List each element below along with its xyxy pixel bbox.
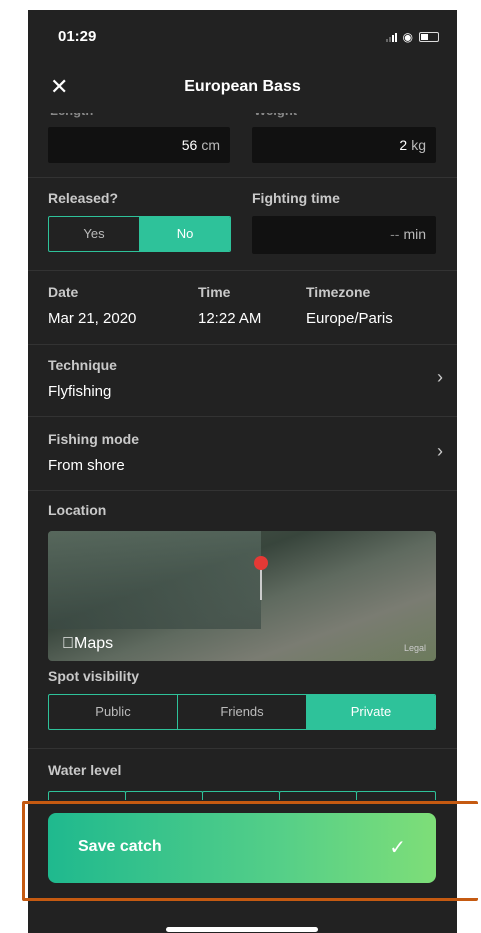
time-value[interactable]: 12:22 AM	[198, 310, 261, 327]
visibility-public-option[interactable]: Public	[49, 695, 177, 729]
spot-visibility-label: Spot visibility	[48, 668, 140, 684]
divider	[28, 270, 457, 271]
map-pin-stem	[260, 566, 262, 600]
technique-label: Technique	[48, 357, 117, 373]
fishing-mode-row[interactable]: Fishing mode From shore ›	[28, 417, 457, 487]
released-no-option[interactable]: No	[139, 217, 230, 251]
map-water	[48, 531, 262, 629]
maps-logo: Maps	[62, 635, 113, 653]
visibility-friends-option[interactable]: Friends	[177, 695, 306, 729]
fishing-mode-value: From shore	[48, 457, 125, 474]
app-screen: 01:29 ◉ ✕ European Bass Length Weight 56…	[28, 10, 457, 933]
fishing-mode-label: Fishing mode	[48, 431, 139, 447]
date-label: Date	[48, 284, 79, 300]
fighting-time-input[interactable]: -- min	[252, 216, 436, 254]
nav-bar: ✕ European Bass	[28, 70, 457, 110]
length-value: 56	[181, 137, 198, 153]
fighting-time-label: Fighting time	[252, 190, 340, 206]
water-level-label: Water level	[48, 762, 122, 778]
released-toggle: Yes No	[48, 216, 231, 252]
status-icons: ◉	[385, 30, 439, 44]
check-icon: ✓	[389, 837, 406, 859]
save-bar: Save catch ✓	[28, 800, 457, 933]
spot-visibility-toggle: Public Friends Private	[48, 694, 436, 730]
length-unit: cm	[201, 137, 220, 153]
clipped-field-labels: Length Weight	[48, 113, 438, 121]
fighting-time-unit: min	[403, 226, 426, 242]
visibility-private-option[interactable]: Private	[306, 695, 435, 729]
save-catch-button[interactable]: Save catch ✓	[48, 813, 436, 883]
timezone-value[interactable]: Europe/Paris	[306, 310, 393, 327]
home-indicator	[166, 927, 318, 932]
fighting-time-placeholder: --	[390, 226, 400, 242]
technique-value: Flyfishing	[48, 383, 112, 400]
date-value[interactable]: Mar 21, 2020	[48, 310, 136, 327]
signal-icon	[385, 32, 397, 42]
battery-icon	[419, 32, 439, 42]
maps-logo-text: Maps	[62, 635, 113, 652]
weight-input[interactable]: 2 kg	[252, 127, 436, 163]
status-time: 01:29	[58, 28, 97, 45]
map-pin-icon	[254, 556, 268, 570]
status-bar: 01:29 ◉	[28, 10, 457, 60]
weight-label-clipped: Weight	[254, 113, 297, 118]
location-label: Location	[48, 502, 107, 518]
chevron-right-icon: ›	[437, 441, 443, 461]
divider	[28, 748, 457, 749]
technique-row[interactable]: Technique Flyfishing ›	[28, 345, 457, 415]
map-legal-link[interactable]: Legal	[404, 643, 426, 653]
weight-value: 2	[399, 137, 408, 153]
wifi-icon: ◉	[402, 30, 413, 44]
divider	[28, 490, 457, 491]
location-map[interactable]: Maps Legal	[48, 531, 436, 661]
time-label: Time	[198, 284, 231, 300]
save-catch-label: Save catch	[78, 838, 162, 855]
page-title: European Bass	[184, 78, 301, 95]
released-label: Released?	[48, 190, 119, 206]
length-label-clipped: Length	[50, 113, 93, 118]
weight-unit: kg	[411, 137, 426, 153]
divider	[28, 177, 457, 178]
timezone-label: Timezone	[306, 284, 371, 300]
length-input[interactable]: 56 cm	[48, 127, 230, 163]
chevron-right-icon: ›	[437, 367, 443, 387]
released-yes-option[interactable]: Yes	[49, 217, 139, 251]
